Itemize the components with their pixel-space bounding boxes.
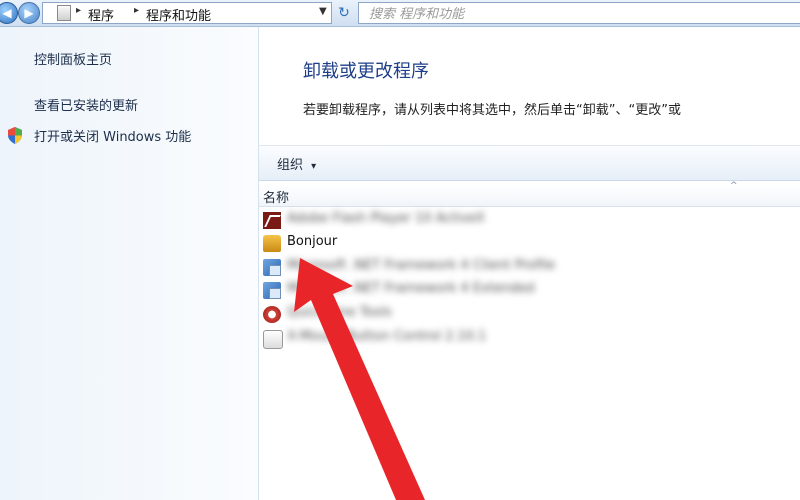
windows-features-link[interactable]: 打开或关闭 Windows 功能 — [34, 126, 191, 145]
program-row-bonjour[interactable]: Bonjour — [259, 232, 800, 254]
program-name: QuickTime Tools — [287, 305, 392, 320]
program-name: Microsoft .NET Framework 4 Client Profil… — [287, 258, 556, 273]
sort-ascending-icon: ^ — [730, 181, 738, 191]
view-installed-updates-link[interactable]: 查看已安装的更新 — [34, 95, 138, 114]
refresh-icon: ↻ — [338, 5, 350, 21]
page-title: 卸载或更改程序 — [303, 61, 429, 82]
program-row-net-extended[interactable]: Microsoft .NET Framework 4 Extended — [259, 279, 800, 301]
program-row-xmouse[interactable]: X-Mouse Button Control 2.10.1 — [259, 327, 800, 349]
program-name: X-Mouse Button Control 2.10.1 — [287, 329, 487, 344]
back-arrow-icon: ◀ — [2, 6, 12, 20]
column-header-name[interactable]: 名称 ^ — [259, 181, 800, 207]
column-name-label: 名称 — [263, 191, 290, 206]
chevron-down-icon: ▾ — [311, 161, 317, 172]
toolbar: 组织 ▾ — [259, 145, 800, 181]
breadcrumb-chevron-icon[interactable]: ▸ — [76, 5, 81, 16]
left-pane: 控制面板主页 查看已安装的更新 打开或关闭 Windows 功能 — [0, 27, 259, 500]
shield-icon — [8, 127, 22, 144]
program-name: Microsoft .NET Framework 4 Extended — [287, 281, 535, 296]
program-row-quicktime[interactable]: QuickTime Tools — [259, 303, 800, 325]
program-row-net-client[interactable]: Microsoft .NET Framework 4 Client Profil… — [259, 256, 800, 278]
organize-label: 组织 — [277, 158, 304, 173]
net-framework-icon — [263, 282, 281, 299]
flash-icon — [263, 212, 281, 229]
breadcrumb-programs[interactable]: 程序 — [88, 5, 114, 24]
bonjour-icon — [263, 235, 281, 252]
main-content: 卸载或更改程序 若要卸载程序，请从列表中将其选中，然后单击“卸载”、“更改”或 … — [259, 27, 800, 500]
program-name: Adobe Flash Player 10 ActiveX — [287, 211, 485, 226]
control-panel-icon — [57, 5, 71, 21]
app-icon — [263, 330, 283, 349]
refresh-button[interactable]: ↻ — [333, 3, 355, 23]
address-dropdown-icon[interactable]: ▼ — [319, 6, 327, 17]
address-bar: ◀ ▶ ▸ 程序 ▸ 程序和功能 ▼ ↻ — [0, 0, 800, 27]
forward-arrow-icon: ▶ — [24, 6, 34, 20]
program-name: Bonjour — [287, 234, 338, 249]
search-box[interactable] — [358, 2, 800, 24]
organize-button[interactable]: 组织 ▾ — [277, 154, 316, 173]
program-row-flash[interactable]: Adobe Flash Player 10 ActiveX — [259, 209, 800, 231]
control-panel-home-link[interactable]: 控制面板主页 — [34, 49, 112, 68]
breadcrumb-chevron-icon[interactable]: ▸ — [134, 5, 139, 16]
address-box[interactable]: ▸ 程序 ▸ 程序和功能 ▼ — [42, 2, 332, 24]
breadcrumb-programs-features[interactable]: 程序和功能 — [146, 5, 211, 24]
back-button[interactable]: ◀ — [0, 2, 18, 24]
forward-button[interactable]: ▶ — [18, 2, 40, 24]
search-input[interactable] — [359, 5, 789, 24]
quicktime-icon — [263, 306, 281, 323]
net-framework-icon — [263, 259, 281, 276]
page-description: 若要卸载程序，请从列表中将其选中，然后单击“卸载”、“更改”或 — [303, 103, 681, 118]
